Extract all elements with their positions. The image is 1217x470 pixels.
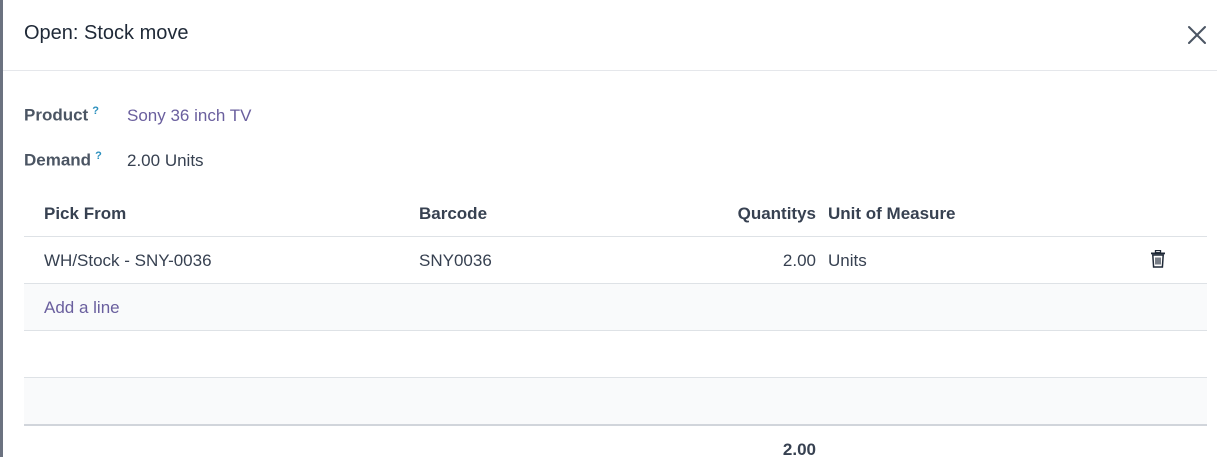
product-help-icon[interactable]: ? [92, 105, 99, 117]
uom-cell[interactable]: Units [828, 251, 867, 271]
demand-help-icon[interactable]: ? [95, 150, 102, 162]
empty-row [24, 331, 1207, 378]
total-quantity: 2.00 [782, 440, 816, 459]
quantity-cell[interactable]: 2.00 [783, 251, 816, 271]
column-header-uom[interactable]: Unit of Measure [828, 204, 956, 224]
demand-uom: Units [164, 151, 204, 170]
barcode-cell[interactable]: SNY0036 [419, 251, 492, 271]
stock-move-dialog: Open: Stock move Product? Sony 36 inch T… [3, 0, 1217, 459]
dialog-title: Open: Stock move [24, 22, 189, 44]
column-header-pick-from[interactable]: Pick From [44, 204, 126, 224]
empty-row [24, 378, 1207, 425]
add-line-link[interactable]: Add a line [44, 298, 120, 318]
product-label-text: Product [24, 105, 89, 125]
column-header-barcode[interactable]: Barcode [419, 204, 487, 224]
close-icon [1188, 26, 1206, 44]
column-header-quantity[interactable]: Quantitys [738, 204, 816, 224]
dialog-header: Open: Stock move [3, 0, 1217, 71]
demand-qty: 2.00 [127, 151, 161, 170]
table-footer: 2.00 [24, 424, 1207, 470]
trash-icon [1151, 249, 1165, 268]
demand-label: Demand? [24, 150, 102, 171]
product-label: Product? [24, 105, 99, 126]
pick-from-cell[interactable]: WH/Stock - SNY-0036 [44, 251, 212, 271]
table-row[interactable]: WH/Stock - SNY-0036 SNY0036 2.00 Units [24, 237, 1207, 284]
product-value[interactable]: Sony 36 inch TV [127, 106, 251, 126]
demand-label-text: Demand [24, 150, 92, 170]
demand-value: 2.00 Units [127, 151, 204, 171]
add-line-row: Add a line [24, 284, 1207, 331]
delete-line-button[interactable] [1150, 249, 1168, 270]
move-lines-table: Pick From Barcode Quantitys Unit of Meas… [24, 190, 1207, 470]
close-button[interactable] [1185, 23, 1209, 47]
table-header: Pick From Barcode Quantitys Unit of Meas… [24, 190, 1207, 237]
